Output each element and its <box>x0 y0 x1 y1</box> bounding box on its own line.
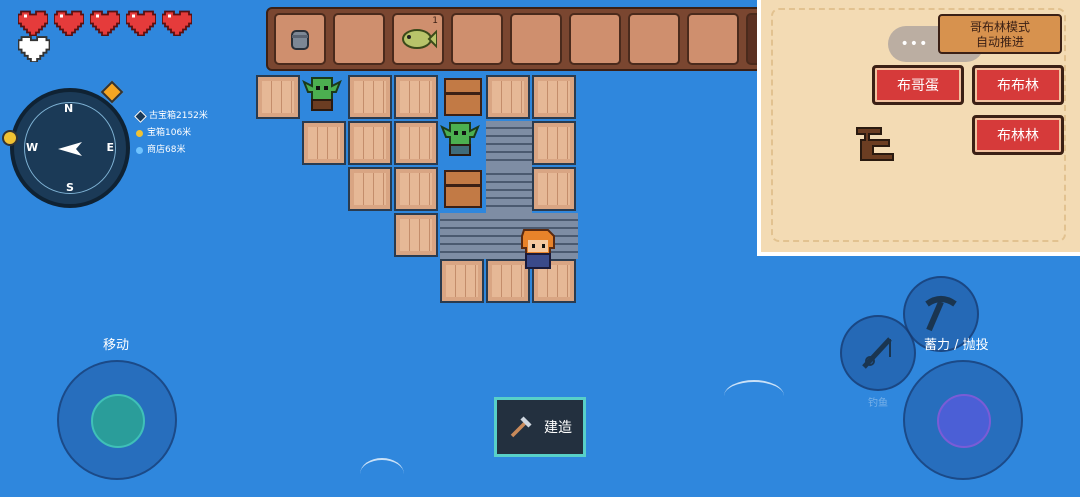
health-bar <box>18 8 192 36</box>
distance-legend: 古宝箱2152米 宝箱106米 商店68米 <box>134 108 208 159</box>
bubulin-button[interactable]: 布布林 <box>972 65 1064 105</box>
legend-item: 古宝箱2152米 <box>134 108 208 125</box>
goblin-sprite[interactable] <box>438 114 482 158</box>
compass-north: N <box>64 102 74 115</box>
legend-text: 古宝箱2152米 <box>149 111 208 121</box>
compass-south: S <box>66 181 74 194</box>
hotbar-slot-5[interactable] <box>510 13 562 65</box>
dead-shrub-icon <box>856 127 894 161</box>
action-joystick-knob[interactable] <box>937 394 991 448</box>
fish-icon <box>402 29 437 49</box>
hammer-pickaxe-icon <box>510 416 532 438</box>
chest[interactable] <box>444 170 482 208</box>
action-joystick[interactable] <box>903 360 1023 480</box>
legend-item: 宝箱106米 <box>136 125 208 142</box>
legend-text: 商店68米 <box>147 145 186 155</box>
chest-icon <box>136 130 143 137</box>
heart-icon <box>90 8 120 36</box>
hotbar-slot-7[interactable] <box>628 13 680 65</box>
heart-icon <box>18 8 48 36</box>
build-label: 建造 <box>544 420 572 436</box>
fishing-sub-label: 钓鱼 <box>868 398 888 409</box>
item-count: 1 <box>432 16 438 26</box>
hotbar-slot-3[interactable]: 1 <box>392 13 444 65</box>
shop-icon <box>136 147 143 154</box>
hotbar-slot-2[interactable] <box>333 13 385 65</box>
fishing-rod-button[interactable]: 钓鱼 <box>840 315 916 409</box>
hotbar-slot-1[interactable] <box>274 13 326 65</box>
heart-icon <box>126 8 156 36</box>
goblin-mode-panel[interactable]: 哥布林模式 自动推进 <box>938 14 1062 54</box>
compass-west: W <box>26 141 39 154</box>
charge-throw-label: 蓄力 / 抛投 <box>924 338 989 353</box>
compass-needle-icon <box>58 142 82 156</box>
goblin-mode-subtitle: 自动推进 <box>975 35 1024 49</box>
move-joystick[interactable] <box>57 360 177 480</box>
player-sprite[interactable] <box>514 222 562 274</box>
goblin-mode-title: 哥布林模式 <box>969 20 1030 34</box>
heart-icon <box>162 8 192 36</box>
goblin-sprite[interactable] <box>300 70 344 112</box>
compass-east: E <box>106 141 114 154</box>
ancient-chest-icon <box>134 110 147 123</box>
armor-icon <box>17 34 51 66</box>
chest[interactable] <box>444 78 482 116</box>
hotbar-slot-6[interactable] <box>569 13 621 65</box>
compass: N E S W <box>2 80 130 208</box>
inventory-hotbar: 1 详情 <box>266 7 810 71</box>
more-icon[interactable]: ••• <box>901 36 929 52</box>
legend-text: 宝箱106米 <box>147 128 192 138</box>
fishing-rod-icon <box>862 337 892 369</box>
bucket-icon <box>291 30 309 50</box>
goblin-egg-button[interactable]: 布哥蛋 <box>872 65 964 105</box>
bulinlin-button[interactable]: 布林林 <box>972 115 1064 155</box>
pickaxe-icon <box>925 296 957 332</box>
move-joystick-knob[interactable] <box>91 394 145 448</box>
player-marker-icon <box>2 130 18 146</box>
hotbar-slot-8[interactable] <box>687 13 739 65</box>
hotbar-slot-4[interactable] <box>451 13 503 65</box>
move-label: 移动 <box>103 338 130 353</box>
build-button[interactable]: 建造 <box>494 397 586 457</box>
heart-icon <box>54 8 84 36</box>
legend-item: 商店68米 <box>136 142 208 159</box>
